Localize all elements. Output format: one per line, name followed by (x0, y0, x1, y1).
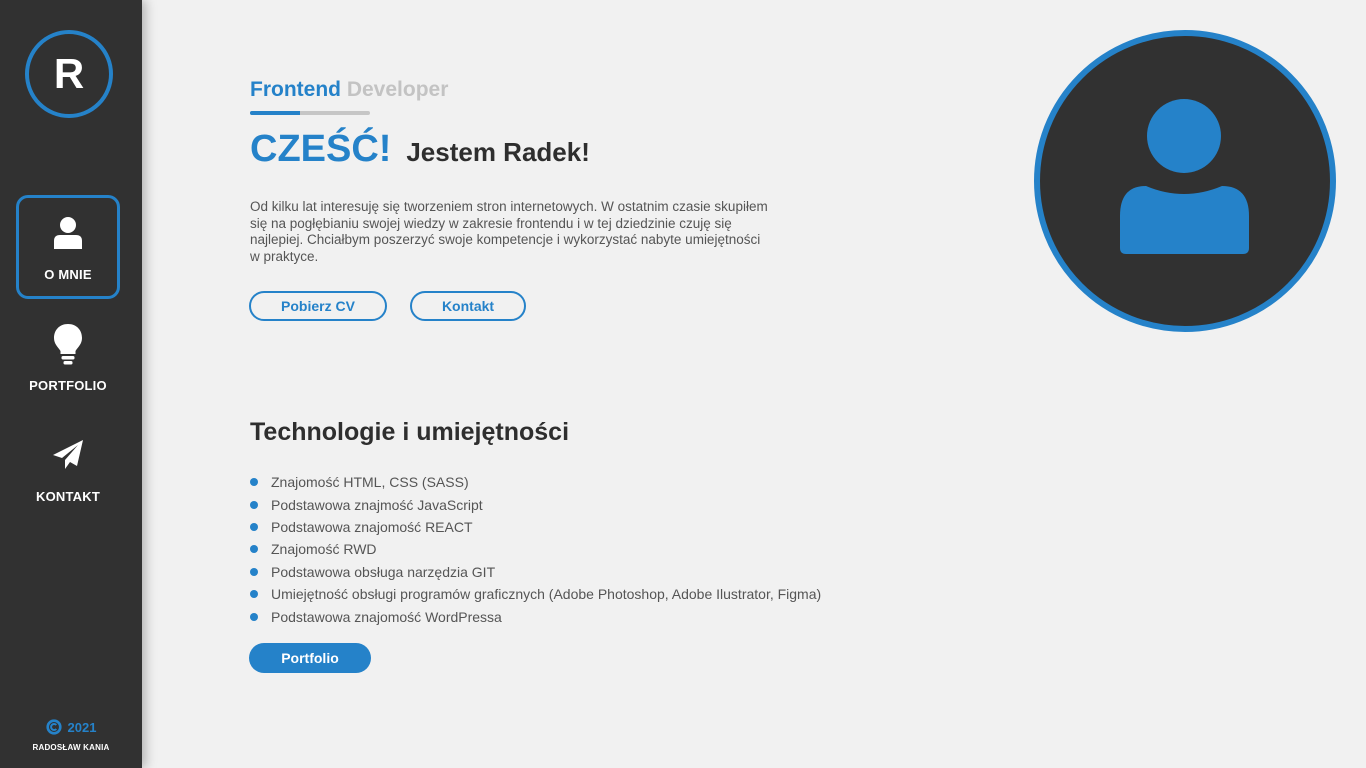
bullet-icon (250, 522, 258, 531)
list-item-label: Znajomość RWD (271, 541, 377, 558)
list-item: Podstawowa znajmość JavaScript (250, 493, 821, 515)
bullet-icon (250, 612, 258, 621)
skills-title: Technologie i umiejętności (250, 418, 570, 446)
job-title-part2: Developer (346, 78, 449, 101)
skills-list: Znajomość HTML, CSS (SASS) Podstawowa zna… (250, 471, 821, 628)
sidebar: R O MNIE PORTFOLIO KONTAKT 2021 RADOSŁAW… (0, 0, 142, 768)
user-avatar-icon (1120, 99, 1249, 254)
list-item-label: Podstawowa znajomość WordPressa (271, 608, 502, 625)
job-title: Frontend Developer (250, 78, 448, 102)
title-underline (250, 111, 370, 115)
list-item: Znajomość RWD (250, 538, 821, 560)
job-title-part1: Frontend (250, 78, 341, 101)
download-cv-button[interactable]: Pobierz CV (249, 291, 387, 321)
list-item: Znajomość HTML, CSS (SASS) (250, 471, 821, 493)
list-item: Umiejętność obsługi programów graficznyc… (250, 583, 821, 605)
title-underline-fill (250, 111, 301, 115)
lightbulb-icon (51, 323, 85, 364)
list-item-label: Umiejętność obsługi programów graficznyc… (271, 586, 822, 603)
greeting: CZEŚĆ! (250, 128, 392, 170)
bullet-icon (250, 590, 258, 599)
page-title: CZEŚĆ! Jestem Radek! (250, 128, 590, 171)
sidebar-item-o-mnie[interactable]: O MNIE (16, 195, 120, 299)
bullet-icon (250, 545, 258, 554)
logo[interactable]: R (25, 30, 113, 118)
sidebar-item-label: PORTFOLIO (29, 377, 107, 393)
sidebar-item-portfolio[interactable]: PORTFOLIO (16, 306, 120, 410)
intro-name: Jestem Radek! (406, 137, 590, 167)
contact-button[interactable]: Kontakt (410, 291, 526, 321)
copyright-icon (45, 719, 62, 735)
sidebar-item-label: O MNIE (44, 266, 92, 282)
list-item: Podstawowa znajomość WordPressa (250, 605, 821, 627)
portfolio-button[interactable]: Portfolio (249, 643, 371, 673)
list-item: Podstawowa obsługa narzędzia GIT (250, 561, 821, 583)
list-item-label: Znajomość HTML, CSS (SASS) (271, 474, 469, 491)
intro-text: Od kilku lat interesuję się tworzeniem s… (250, 199, 768, 264)
copyright-year: 2021 (67, 719, 97, 735)
bullet-icon (250, 567, 258, 576)
bullet-icon (250, 500, 258, 509)
avatar (1034, 30, 1336, 332)
bullet-icon (250, 478, 258, 487)
sidebar-item-label: KONTAKT (36, 488, 100, 504)
list-item-label: Podstawowa obsługa narzędzia GIT (271, 563, 496, 580)
user-icon (51, 213, 85, 253)
paper-plane-icon (51, 435, 85, 475)
list-item: Podstawowa znajomość REACT (250, 516, 821, 538)
list-item-label: Podstawowa znajmość JavaScript (271, 496, 483, 513)
copyright: 2021 (0, 719, 142, 735)
list-item-label: Podstawowa znajomość REACT (271, 518, 473, 535)
sidebar-item-kontakt[interactable]: KONTAKT (16, 417, 120, 521)
author-name: RADOSŁAW KANIA (32, 743, 110, 752)
